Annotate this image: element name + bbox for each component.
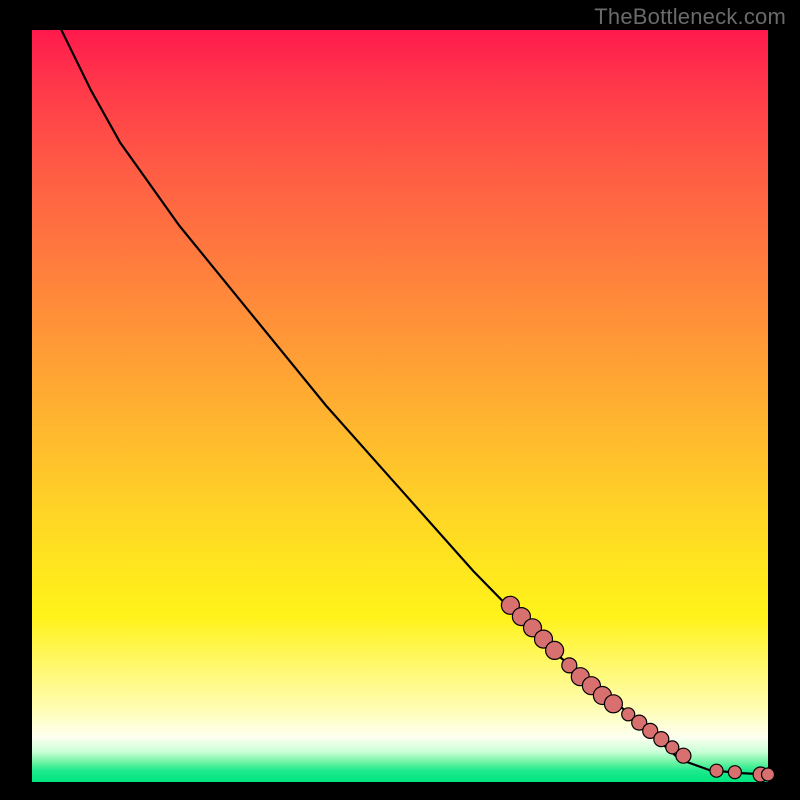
data-marker (546, 641, 564, 659)
data-marker (604, 695, 622, 713)
bottleneck-curve (61, 30, 768, 775)
plot-area (32, 30, 768, 782)
chart-stage: TheBottleneck.com (0, 0, 800, 800)
watermark-text: TheBottleneck.com (594, 4, 786, 30)
data-marker (676, 748, 691, 763)
data-marker (728, 766, 741, 779)
data-marker (762, 768, 775, 781)
plot-svg (32, 30, 768, 782)
markers-group (501, 596, 774, 782)
data-marker (710, 764, 723, 777)
